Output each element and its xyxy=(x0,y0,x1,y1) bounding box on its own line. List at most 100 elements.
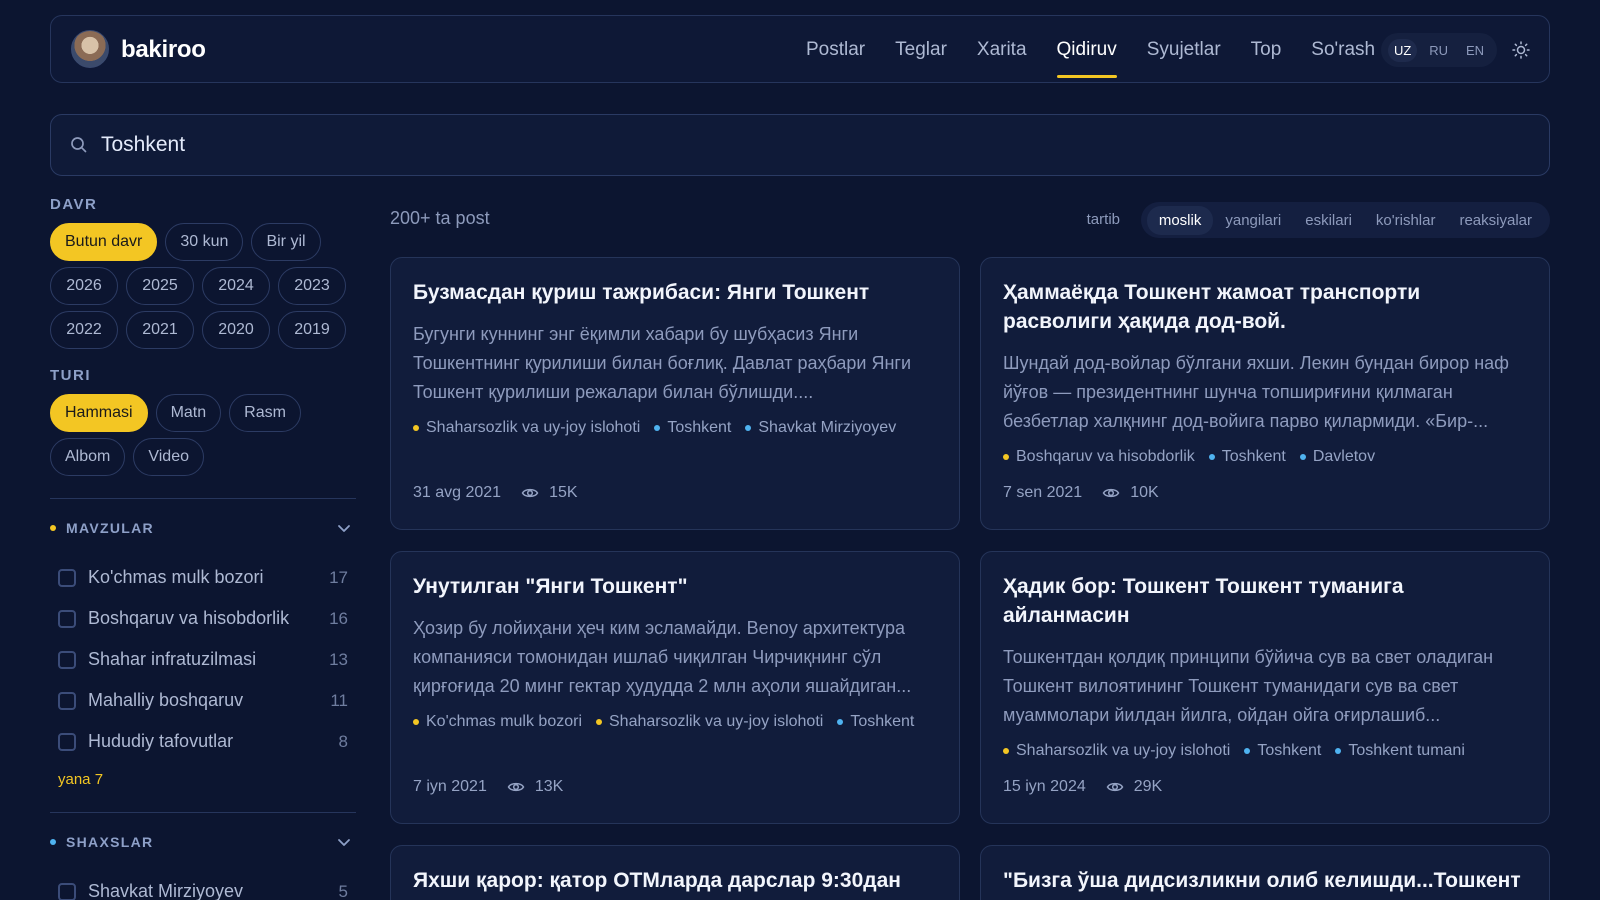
nav-xarita[interactable]: Xarita xyxy=(962,16,1042,84)
persons-heading: SHAXSLAR xyxy=(66,834,154,850)
tag-dot-icon xyxy=(654,425,661,431)
eye-icon xyxy=(1102,488,1120,498)
topic-count: 11 xyxy=(330,690,348,710)
post-title[interactable]: Унутилган "Янги Тошкент" xyxy=(413,572,943,601)
post-tag[interactable]: Toshkent xyxy=(1244,742,1321,760)
nav-qidiruv[interactable]: Qidiruv xyxy=(1042,16,1132,84)
chip-type-video[interactable]: Video xyxy=(133,438,204,476)
nav-sorash[interactable]: So'rash xyxy=(1296,16,1390,84)
sort-reactions[interactable]: reaksiyalar xyxy=(1447,206,1544,235)
tag-label: Shaharsozlik va uy-joy islohoti xyxy=(426,419,641,436)
post-tag[interactable]: Boshqaruv va hisobdorlik xyxy=(1003,448,1195,466)
main-nav: Postlar Teglar Xarita Qidiruv Syujetlar … xyxy=(791,16,1390,84)
topic-filter-row[interactable]: Shahar infratuzilmasi 13 xyxy=(50,639,356,680)
post-title[interactable]: Ҳадик бор: Тошкент Тошкент туманига айла… xyxy=(1003,572,1533,630)
chip-type-text[interactable]: Matn xyxy=(155,394,222,432)
topics-group-header[interactable]: MAVZULAR xyxy=(50,499,356,557)
chip-type-image[interactable]: Rasm xyxy=(229,394,301,432)
filter-sidebar: DAVR Butun davr 30 kun Bir yil 2026 2025… xyxy=(50,196,356,900)
post-tag[interactable]: Ko'chmas mulk bozori xyxy=(413,713,582,731)
post-tag[interactable]: Toshkent xyxy=(1208,448,1286,466)
chip-year[interactable]: 2019 xyxy=(278,311,346,349)
topics-show-more-link[interactable]: yana 7 xyxy=(50,762,356,798)
topic-checkbox[interactable] xyxy=(58,568,76,587)
topic-checkbox[interactable] xyxy=(58,732,76,751)
topic-filter-row[interactable]: Boshqaruv va hisobdorlik 16 xyxy=(50,598,356,639)
chip-year[interactable]: 2026 xyxy=(50,267,118,305)
post-tag[interactable]: Toshkent xyxy=(654,419,731,437)
post-tag[interactable]: Shaharsozlik va uy-joy islohoti xyxy=(596,713,823,731)
post-card[interactable]: "Бизга ўша дидсизликни олиб келишди...То… xyxy=(980,845,1550,900)
post-card[interactable]: Бузмасдан қуриш тажрибаси: Янги Тошкент … xyxy=(390,257,960,530)
chip-year[interactable]: 2024 xyxy=(202,267,270,305)
chip-year[interactable]: 2020 xyxy=(202,311,270,349)
tag-label: Shaharsozlik va uy-joy islohoti xyxy=(609,713,824,730)
chip-year[interactable]: 2025 xyxy=(126,267,194,305)
post-card[interactable]: Яхши қарор: қатор ОТМларда дарслар 9:30д… xyxy=(390,845,960,900)
topic-checkbox[interactable] xyxy=(58,609,76,628)
lang-ru[interactable]: RU xyxy=(1423,39,1454,62)
nav-postlar[interactable]: Postlar xyxy=(791,16,880,84)
theme-toggle-button[interactable] xyxy=(1506,36,1536,64)
topic-filter-row[interactable]: Hududiy tafovutlar 8 xyxy=(50,721,356,762)
tag-dot-icon xyxy=(1244,748,1251,754)
tag-label: Ko'chmas mulk bozori xyxy=(426,713,582,730)
post-title[interactable]: Бузмасдан қуриш тажрибаси: Янги Тошкент xyxy=(413,278,943,307)
sort-newest[interactable]: yangilari xyxy=(1213,206,1293,235)
topic-filter-row[interactable]: Ko'chmas mulk bozori 17 xyxy=(50,557,356,598)
chip-type-all[interactable]: Hammasi xyxy=(50,394,148,432)
post-tag[interactable]: Davletov xyxy=(1299,448,1375,466)
chip-year[interactable]: 2021 xyxy=(126,311,194,349)
persons-group-header[interactable]: SHAXSLAR xyxy=(50,813,356,871)
topic-checkbox[interactable] xyxy=(58,650,76,669)
post-views: 10K xyxy=(1130,484,1159,501)
sort-views[interactable]: ko'rishlar xyxy=(1364,206,1448,235)
post-title[interactable]: Яхши қарор: қатор ОТМларда дарслар 9:30д… xyxy=(413,866,943,895)
post-date: 7 iyn 2021 xyxy=(413,778,487,795)
chip-all-time[interactable]: Butun davr xyxy=(50,223,158,261)
post-card[interactable]: Ҳаммаёқда Тошкент жамоат транспорти расв… xyxy=(980,257,1550,530)
post-title[interactable]: "Бизга ўша дидсизликни олиб келишди...То… xyxy=(1003,866,1533,895)
sort-options: moslik yangilari eskilari ko'rishlar rea… xyxy=(1140,202,1550,238)
post-card[interactable]: Унутилган "Янги Тошкент" Ҳозир бу лойиҳа… xyxy=(390,551,960,824)
nav-teglar[interactable]: Teglar xyxy=(880,16,962,84)
person-filter-row[interactable]: Shavkat Mirziyoyev 5 xyxy=(50,871,356,900)
post-card[interactable]: Ҳадик бор: Тошкент Тошкент туманига айла… xyxy=(980,551,1550,824)
search-bar xyxy=(50,114,1550,176)
tag-dot-icon xyxy=(1208,454,1215,460)
post-tag[interactable]: Shavkat Mirziyoyev xyxy=(745,419,896,437)
sort-oldest[interactable]: eskilari xyxy=(1293,206,1364,235)
type-chips-row-2: Albom Video xyxy=(50,438,350,476)
post-title[interactable]: Ҳаммаёқда Тошкент жамоат транспорти расв… xyxy=(1003,278,1533,336)
chip-year[interactable]: 2022 xyxy=(50,311,118,349)
tag-label: Toshkent xyxy=(1221,448,1286,465)
chip-type-album[interactable]: Albom xyxy=(50,438,126,476)
topic-checkbox[interactable] xyxy=(58,691,76,710)
post-tag[interactable]: Toshkent xyxy=(837,713,914,731)
topic-count: 17 xyxy=(329,567,348,587)
eye-icon xyxy=(521,488,539,498)
sun-icon xyxy=(1512,41,1530,59)
post-tag[interactable]: Shaharsozlik va uy-joy islohoti xyxy=(1003,742,1230,760)
chip-30-days[interactable]: 30 kun xyxy=(165,223,244,261)
chip-one-year[interactable]: Bir yil xyxy=(251,223,321,261)
logo-avatar[interactable] xyxy=(71,30,109,68)
chevron-down-icon[interactable] xyxy=(336,834,352,850)
nav-syujetlar[interactable]: Syujetlar xyxy=(1132,16,1236,84)
nav-top[interactable]: Top xyxy=(1236,16,1297,84)
post-tag[interactable]: Shaharsozlik va uy-joy islohoti xyxy=(413,419,640,437)
lang-en[interactable]: EN xyxy=(1460,39,1490,62)
tag-label: Shavkat Mirziyoyev xyxy=(758,419,897,436)
brand-name[interactable]: bakiroo xyxy=(121,36,206,64)
tag-dot-icon xyxy=(1003,748,1009,754)
post-excerpt: Шундай дод-войлар бўлгани яхши. Лекин бу… xyxy=(1003,353,1509,431)
topic-filter-row[interactable]: Mahalliy boshqaruv 11 xyxy=(50,680,356,721)
chevron-down-icon[interactable] xyxy=(336,520,352,536)
search-input[interactable] xyxy=(101,115,1501,175)
chip-year[interactable]: 2023 xyxy=(278,267,346,305)
lang-uz[interactable]: UZ xyxy=(1387,38,1418,62)
person-checkbox[interactable] xyxy=(58,882,76,900)
topic-label: Ko'chmas mulk bozori xyxy=(88,567,264,587)
sort-relevance[interactable]: moslik xyxy=(1146,205,1214,235)
post-tag[interactable]: Toshkent tumani xyxy=(1335,742,1465,760)
